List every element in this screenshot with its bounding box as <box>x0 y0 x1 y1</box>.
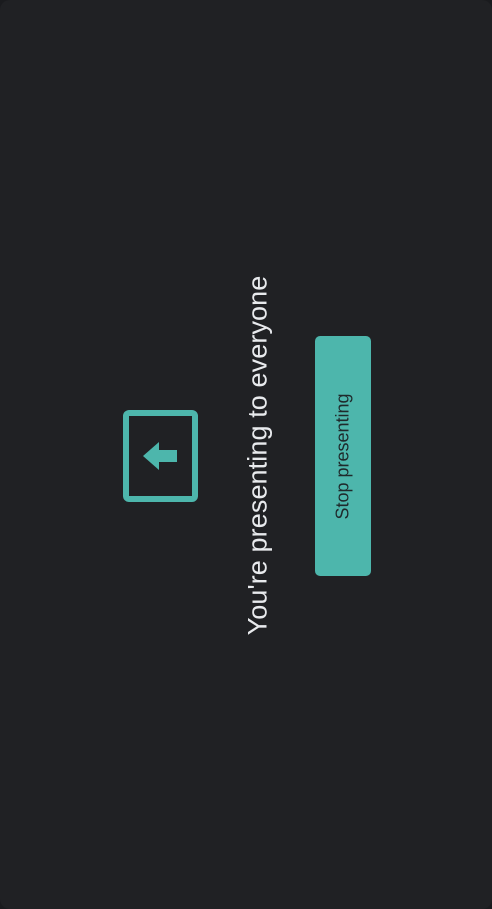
presenting-message: You're presenting to everyone <box>242 275 273 635</box>
stop-presenting-button[interactable]: Stop presenting <box>315 336 371 576</box>
present-to-all-icon <box>123 410 198 502</box>
presenting-message-container: You're presenting to everyone <box>240 250 276 660</box>
stop-presenting-label: Stop presenting <box>332 392 353 520</box>
presenting-screen: You're presenting to everyone Stop prese… <box>0 0 492 909</box>
